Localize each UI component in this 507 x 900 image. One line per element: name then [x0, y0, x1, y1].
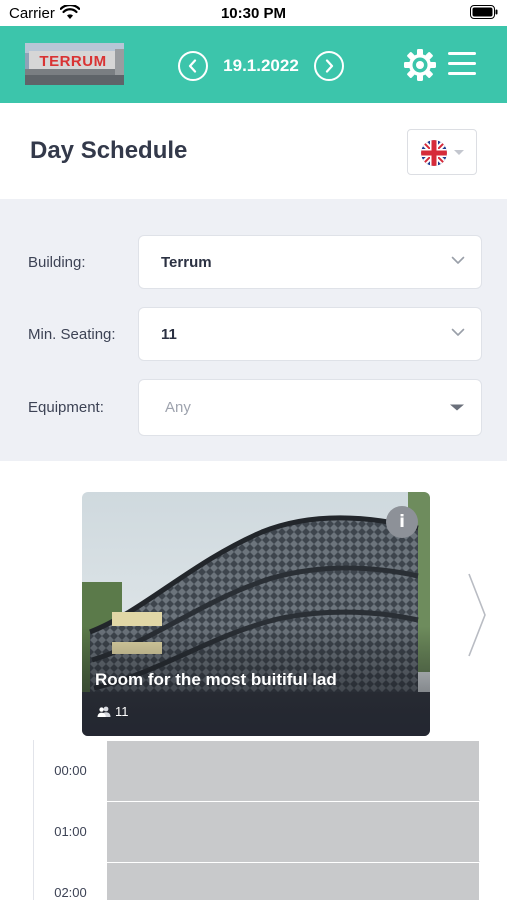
slot-cell[interactable]: [107, 863, 479, 900]
min-seating-value: 11: [161, 326, 177, 343]
schedule-grid: 00:00 01:00 02:00: [33, 740, 480, 900]
room-name: Room for the most buitiful lad: [95, 670, 337, 689]
building-label: Building:: [28, 254, 86, 271]
min-seating-select[interactable]: 11: [138, 307, 482, 361]
chevron-right-icon: [325, 59, 334, 73]
building-select[interactable]: Terrum: [138, 235, 482, 289]
room-info-button[interactable]: i: [386, 506, 418, 538]
next-day-button[interactable]: [314, 51, 344, 81]
hamburger-line: [448, 62, 476, 65]
status-time: 10:30 PM: [220, 5, 287, 22]
previous-day-button[interactable]: [178, 51, 208, 81]
status-bar: Carrier 10:30 PM: [0, 0, 507, 26]
time-slot-row: 01:00: [34, 801, 480, 862]
app-header: TERRUM 19.1.2022: [0, 26, 507, 103]
time-slot-row: 02:00: [34, 862, 480, 900]
building-value: Terrum: [161, 254, 212, 271]
slot-cell[interactable]: [107, 802, 479, 862]
room-seats-count: 11: [115, 704, 129, 719]
room-photo: [82, 492, 430, 736]
battery-icon: [470, 5, 498, 19]
equipment-label: Equipment:: [28, 399, 104, 416]
hamburger-menu-icon: [448, 52, 476, 55]
room-seats: 11: [97, 704, 129, 719]
slot-time: 00:00: [34, 740, 107, 801]
min-seating-label: Min. Seating:: [28, 326, 116, 343]
caret-down-icon: [454, 150, 464, 155]
hamburger-line: [448, 72, 476, 75]
page-title: Day Schedule: [30, 137, 188, 164]
caret-down-icon: [450, 404, 464, 411]
chevron-down-icon: [451, 256, 465, 264]
room-card[interactable]: i Room for the most buitiful lad 11: [82, 492, 430, 736]
title-row: Day Schedule: [0, 103, 507, 199]
slot-time: 01:00: [34, 801, 107, 862]
settings-button[interactable]: [403, 48, 437, 82]
slot-cell[interactable]: [107, 741, 479, 801]
people-icon: [97, 706, 111, 717]
equipment-placeholder: Any: [165, 399, 191, 416]
filter-panel: Building: Terrum Min. Seating: 11 Equipm…: [0, 199, 507, 461]
uk-flag-icon: [421, 140, 447, 166]
current-date[interactable]: 19.1.2022: [208, 56, 314, 76]
gear-icon: [404, 49, 436, 81]
language-selector[interactable]: [407, 129, 477, 175]
chevron-left-icon: [188, 59, 197, 73]
time-slot-row: 00:00: [34, 740, 480, 801]
slot-time: 02:00: [34, 862, 107, 900]
terrum-logo[interactable]: TERRUM: [25, 43, 124, 85]
logo-text: TERRUM: [39, 53, 107, 70]
hamburger-menu-button[interactable]: [448, 52, 476, 76]
chevron-down-icon: [451, 328, 465, 336]
equipment-select[interactable]: Any: [138, 379, 482, 436]
carousel-next-icon[interactable]: [466, 572, 488, 658]
